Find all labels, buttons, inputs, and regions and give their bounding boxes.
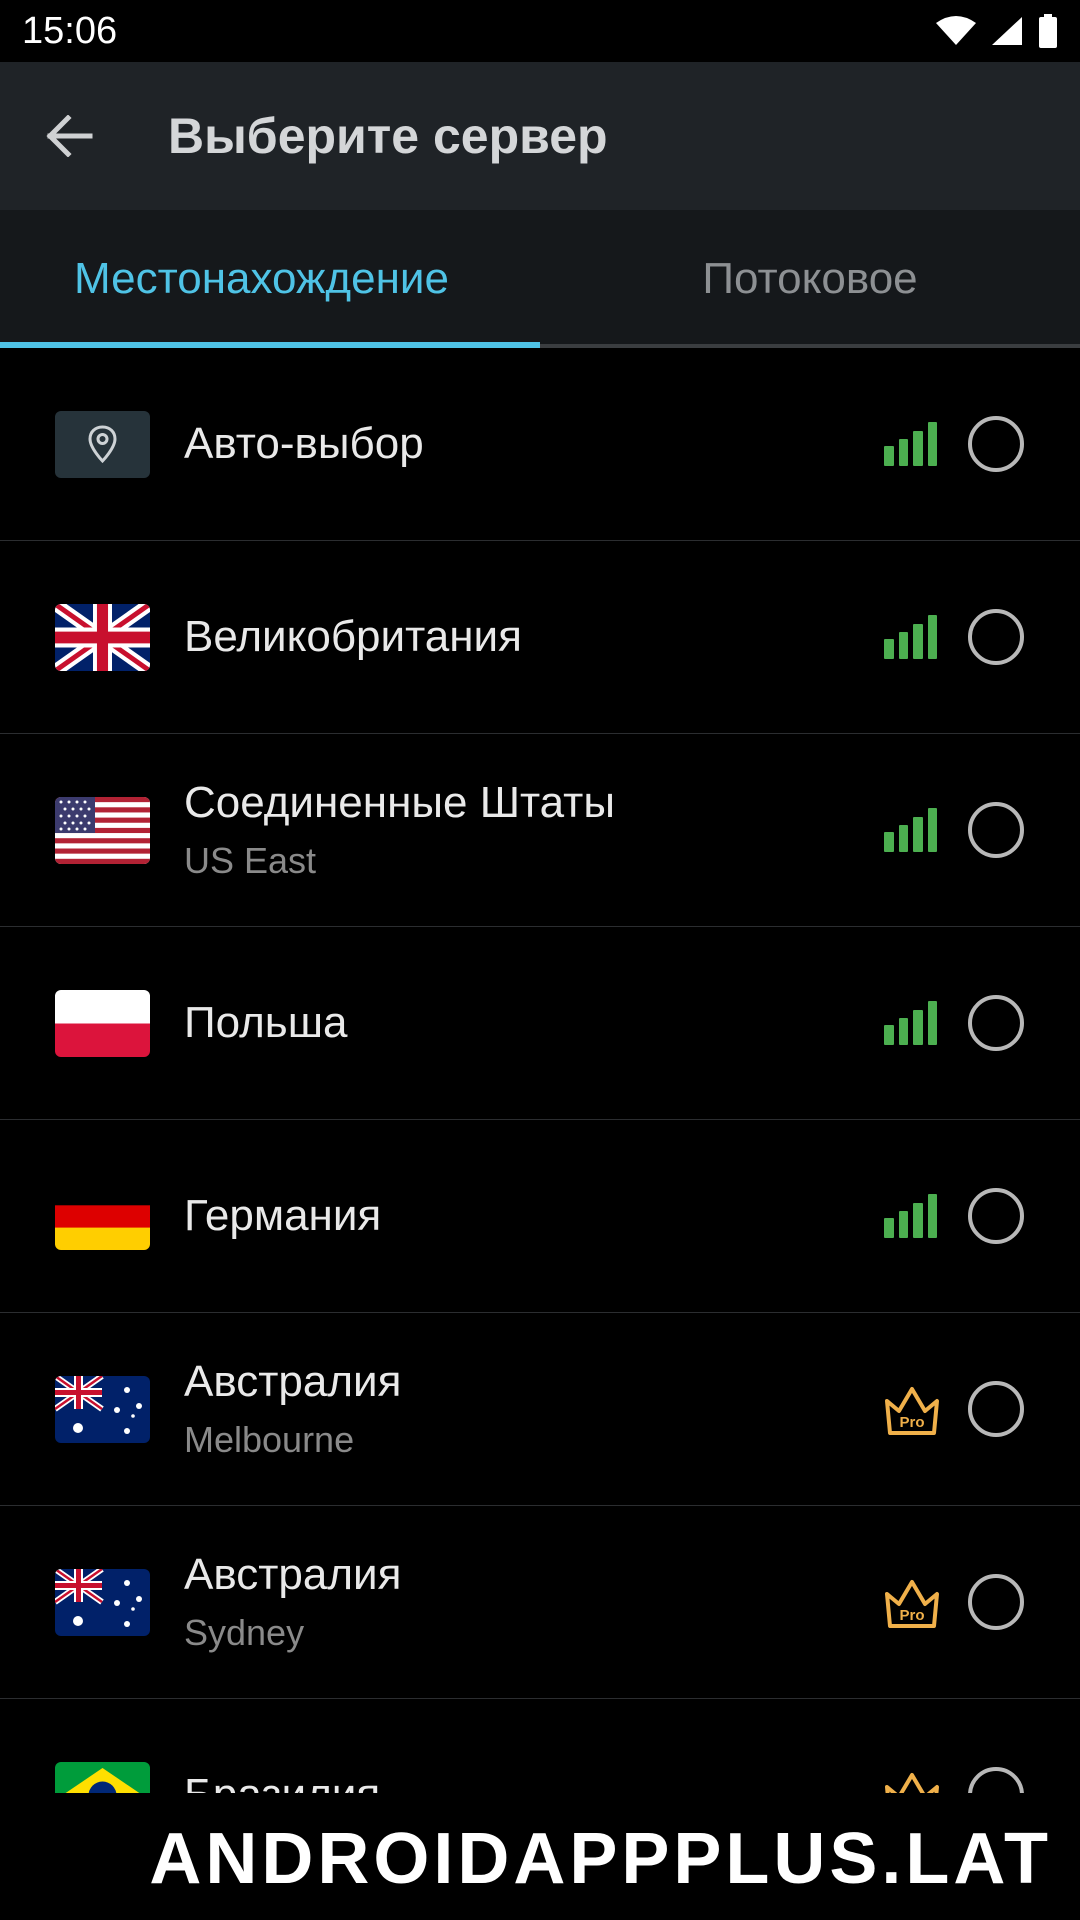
arrow-back-icon [46, 115, 93, 157]
signal-strength-icon [884, 1001, 940, 1045]
brazil-flag-icon [55, 1761, 150, 1793]
radio-button[interactable] [968, 1574, 1024, 1630]
tab-streaming-label: Потоковое [702, 254, 918, 303]
signal-strength-icon [884, 1194, 940, 1238]
server-text: Польша [184, 998, 348, 1048]
australia-flag-icon [55, 1375, 150, 1443]
server-name: Соединенные Штаты [184, 778, 615, 827]
pro-crown-icon: Pro [885, 1387, 939, 1435]
server-row-auto[interactable]: Авто-выбор [0, 348, 1080, 541]
pro-crown-icon [885, 1773, 939, 1793]
toolbar: Выберите сервер [0, 62, 1080, 210]
pro-crown-icon: Pro [885, 1580, 939, 1628]
wifi-icon [936, 16, 976, 45]
cell-signal-icon [992, 17, 1022, 45]
status-time: 15:06 [22, 9, 118, 52]
server-row-us[interactable]: Соединенные Штаты US East [0, 734, 1080, 927]
server-name: Австралия [184, 1357, 402, 1406]
tab-location[interactable]: Местонахождение [0, 210, 540, 348]
server-name: Бразилия [184, 1770, 380, 1793]
pro-badge-label: Pro [899, 1414, 924, 1431]
server-text: Австралия Sydney [184, 1550, 401, 1654]
signal-strength-icon [884, 422, 940, 466]
poland-flag-icon [55, 989, 150, 1057]
signal-strength-icon [884, 615, 940, 659]
server-name: Польша [184, 998, 348, 1047]
server-row-germany[interactable]: Германия [0, 1120, 1080, 1313]
location-pin-icon [55, 410, 150, 478]
server-list: Авто-выбор Великобритания Соединенные Шт… [0, 348, 1080, 1793]
server-text: Соединенные Штаты US East [184, 778, 615, 882]
signal-strength-icon [884, 808, 940, 852]
watermark: ANDROIDAPPPLUS.LAT [149, 1819, 1052, 1899]
server-name: Австралия [184, 1550, 402, 1599]
server-city: Sydney [184, 1612, 305, 1653]
server-name: Великобритания [184, 612, 522, 661]
radio-button[interactable] [968, 1381, 1024, 1437]
radio-button[interactable] [968, 1767, 1024, 1793]
server-text: Германия [184, 1191, 381, 1241]
uk-flag-icon [55, 603, 150, 671]
radio-button[interactable] [968, 802, 1024, 858]
server-text: Авто-выбор [184, 419, 424, 469]
radio-button[interactable] [968, 1188, 1024, 1244]
radio-button[interactable] [968, 416, 1024, 472]
germany-flag-icon [55, 1182, 150, 1250]
australia-flag-icon [55, 1568, 150, 1636]
server-name: Германия [184, 1191, 382, 1240]
server-text: Великобритания [184, 612, 522, 662]
server-row-australia-sydney[interactable]: Австралия Sydney Pro [0, 1506, 1080, 1699]
server-text: Австралия Melbourne [184, 1357, 401, 1461]
server-city: US East [184, 840, 317, 881]
server-row-australia-melbourne[interactable]: Австралия Melbourne Pro [0, 1313, 1080, 1506]
status-bar: 15:06 [0, 0, 1080, 62]
status-icons [936, 14, 1058, 48]
tab-location-label: Местонахождение [74, 254, 449, 303]
server-name: Авто-выбор [184, 419, 424, 468]
server-city: Melbourne [184, 1419, 355, 1460]
pro-badge-label: Pro [899, 1607, 924, 1624]
server-row-brazil[interactable]: Бразилия [0, 1699, 1080, 1793]
back-button[interactable] [0, 62, 140, 210]
radio-button[interactable] [968, 995, 1024, 1051]
server-row-uk[interactable]: Великобритания [0, 541, 1080, 734]
us-flag-icon [55, 796, 150, 864]
battery-icon [1039, 14, 1057, 48]
tab-bar: Местонахождение Потоковое [0, 210, 1080, 348]
server-text: Бразилия [184, 1770, 380, 1793]
page-title: Выберите сервер [168, 108, 608, 164]
server-row-poland[interactable]: Польша [0, 927, 1080, 1120]
tab-streaming[interactable]: Потоковое [540, 210, 1080, 348]
radio-button[interactable] [968, 609, 1024, 665]
